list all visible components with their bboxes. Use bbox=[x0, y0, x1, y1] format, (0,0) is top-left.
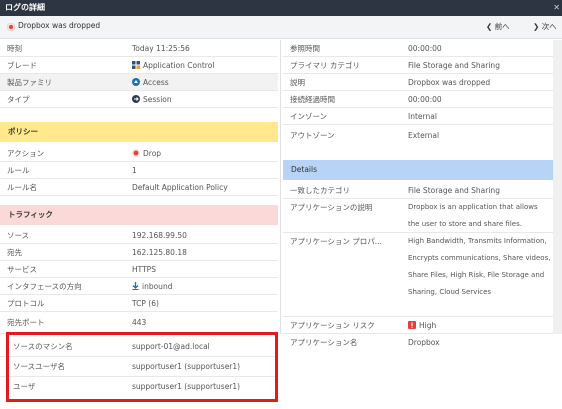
risk-high-icon bbox=[408, 318, 416, 335]
field-row-app-properties: アプリケーション プロパ... High Bandwidth, Transmit… bbox=[283, 233, 553, 317]
field-row-matched-category: 一致したカテゴリ File Storage and Sharing bbox=[283, 182, 553, 199]
field-row-protocol: プロトコル TCP (6) bbox=[0, 295, 278, 312]
traffic-section-header: トラフィック bbox=[0, 205, 278, 225]
grid-icon bbox=[132, 58, 140, 75]
field-row-reference-time: 参照時間 00:00:00 bbox=[283, 40, 553, 57]
field-row-action: アクション Drop bbox=[0, 145, 278, 162]
drop-status-icon bbox=[7, 23, 15, 31]
field-row-app-risk: アプリケーション リスク High bbox=[283, 317, 553, 334]
field-row-product-family: 製品ファミリ Access bbox=[0, 74, 278, 91]
field-row-app-description: アプリケーションの説明 Dropbox is an application th… bbox=[283, 199, 553, 233]
field-row-source-machine-name: ソースのマシン名 support-01@ad.local bbox=[0, 337, 278, 357]
chevron-left-icon: ❮ bbox=[486, 22, 493, 31]
next-button[interactable]: ❯ 次へ bbox=[533, 21, 557, 32]
field-row-description: 説明 Dropbox was dropped bbox=[283, 74, 553, 91]
field-row-rule-name: ルール名 Default Application Policy bbox=[0, 179, 278, 196]
column-divider bbox=[280, 40, 281, 334]
field-row-blade: ブレード Application Control bbox=[0, 57, 278, 74]
field-row-app-name: アプリケーション名 Dropbox bbox=[290, 338, 440, 347]
field-row-in-zone: インゾーン Internal bbox=[283, 108, 553, 125]
chevron-right-icon: ❯ bbox=[533, 22, 540, 31]
log-message: Dropbox was dropped bbox=[18, 21, 101, 30]
field-row-rule: ルール 1 bbox=[0, 162, 278, 179]
field-row-source-user-name: ソースユーザ名 supportuser1 (supportuser1) bbox=[0, 357, 278, 377]
field-row-source: ソース 192.168.99.50 bbox=[0, 227, 278, 244]
drop-icon bbox=[132, 146, 140, 163]
field-row-destination-port: 宛先ポート 443 bbox=[0, 312, 278, 334]
log-header: Dropbox was dropped ❮ 前へ ❯ 次へ bbox=[0, 16, 562, 39]
window-title: ログの詳細 bbox=[5, 3, 45, 12]
field-row-time: 時刻 Today 11:25:56 bbox=[0, 40, 278, 57]
policy-section-header: ポリシー bbox=[0, 122, 278, 142]
field-row-type: タイプ Session bbox=[0, 91, 278, 108]
details-section-header: Details bbox=[283, 160, 553, 180]
field-row-user: ユーザ supportuser1 (supportuser1) bbox=[13, 382, 241, 391]
field-row-primary-category: プライマリ カテゴリ File Storage and Sharing bbox=[283, 57, 553, 74]
gear-icon[interactable]: ✕ bbox=[553, 0, 560, 16]
inbound-arrow-icon bbox=[132, 279, 139, 296]
access-icon bbox=[132, 75, 140, 92]
field-row-connection-elapsed: 接続経過時間 00:00:00 bbox=[283, 91, 553, 108]
field-row-interface-direction: インタフェースの方向 inbound bbox=[0, 278, 278, 295]
vertical-scrollbar[interactable] bbox=[553, 40, 562, 334]
window-title-bar: ログの詳細 ✕ bbox=[0, 0, 562, 16]
field-row-destination: 宛先 162.125.80.18 bbox=[0, 244, 278, 261]
session-icon bbox=[132, 92, 140, 109]
field-row-service: サービス HTTPS bbox=[0, 261, 278, 278]
field-row-out-zone: アウトゾーン External bbox=[290, 131, 440, 140]
prev-button[interactable]: ❮ 前へ bbox=[486, 21, 510, 32]
